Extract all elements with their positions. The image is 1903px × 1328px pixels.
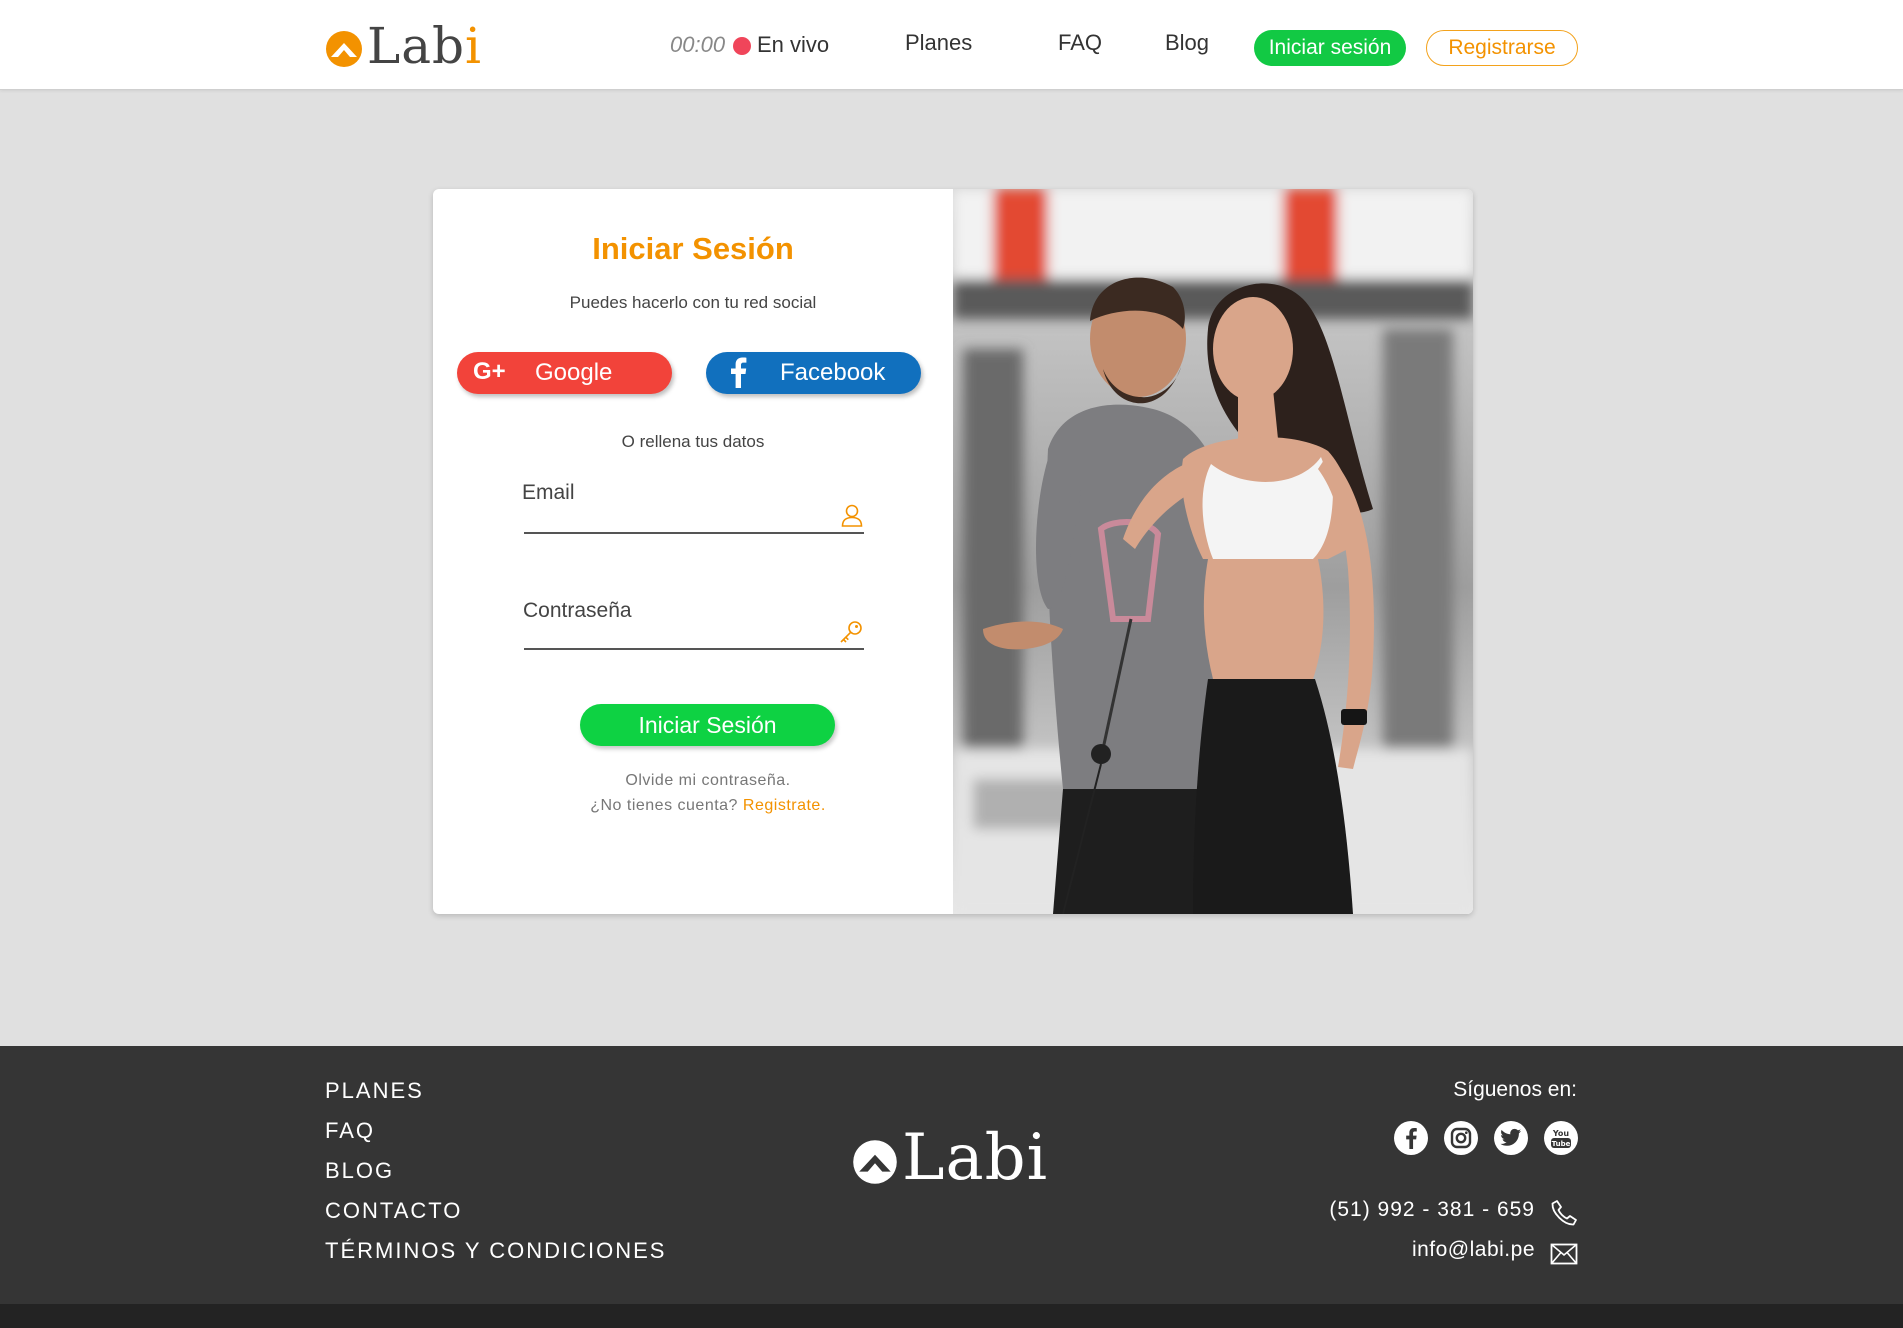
footer-logo-text: Labi (902, 1121, 1049, 1195)
login-card: Iniciar Sesión Puedes hacerlo con tu red… (433, 189, 1473, 914)
footer-link-terms[interactable]: TÉRMINOS Y CONDICIONES (325, 1238, 666, 1264)
footer-phone[interactable]: (51) 992 - 381 - 659 (1300, 1198, 1535, 1222)
footer-logo[interactable]: Labi (852, 1123, 1048, 1193)
google-login-label: Google (535, 359, 613, 386)
facebook-login-label: Facebook (780, 359, 886, 386)
email-underline (524, 532, 864, 534)
mail-icon (1550, 1243, 1578, 1265)
facebook-icon (731, 357, 747, 388)
footer-bottom-bar (0, 1304, 1903, 1328)
login-form-panel: Iniciar Sesión Puedes hacerlo con tu red… (433, 189, 953, 914)
google-plus-icon: G+ (473, 358, 506, 385)
key-icon (840, 621, 862, 643)
footer-link-planes[interactable]: PLANES (325, 1078, 424, 1104)
login-subtitle: Puedes hacerlo con tu red social (569, 293, 817, 312)
no-account-label: ¿No tienes cuenta? (590, 797, 738, 814)
register-link[interactable]: Registrate. (743, 797, 826, 814)
or-fill-text: O rellena tus datos (621, 432, 765, 451)
header-login-button[interactable]: Iniciar sesión (1254, 30, 1406, 66)
header-register-button[interactable]: Registrarse (1426, 30, 1578, 66)
youtube-social-icon[interactable]: You Tube (1544, 1121, 1578, 1155)
footer-logo-mark-icon (853, 1140, 897, 1184)
email-label: Email (522, 481, 575, 504)
nav-planes[interactable]: Planes (905, 30, 972, 56)
twitter-social-icon[interactable] (1494, 1121, 1528, 1155)
footer-link-faq[interactable]: FAQ (325, 1118, 375, 1144)
no-account-text: ¿No tienes cuenta? Registrate. (433, 797, 983, 815)
follow-label: Síguenos en: (1453, 1078, 1577, 1101)
password-underline (524, 648, 864, 650)
login-submit-button[interactable]: Iniciar Sesión (580, 704, 835, 746)
nav-live[interactable]: En vivo (757, 32, 829, 58)
logo-text: Labi (367, 17, 483, 75)
footer-link-contacto[interactable]: CONTACTO (325, 1198, 462, 1224)
logo[interactable]: Labi (325, 18, 482, 74)
facebook-login-button[interactable]: Facebook (706, 352, 921, 394)
phone-icon (1551, 1200, 1577, 1226)
user-icon (841, 504, 863, 527)
svg-text:You: You (1552, 1129, 1570, 1138)
login-title: Iniciar Sesión (592, 231, 794, 266)
footer-email[interactable]: info@labi.pe (1300, 1238, 1535, 1262)
forgot-password-link[interactable]: Olvide mi contraseña. (433, 772, 983, 790)
top-header: Labi 00:00 En vivo Planes FAQ Blog Inici… (0, 0, 1903, 90)
footer-link-blog[interactable]: BLOG (325, 1158, 394, 1184)
logo-accent-letter: i (465, 17, 483, 75)
google-login-button[interactable]: G+ Google (457, 352, 672, 394)
nav-faq[interactable]: FAQ (1058, 30, 1102, 56)
gym-photo-illustration (953, 189, 1473, 914)
email-field[interactable] (524, 504, 824, 532)
facebook-social-icon[interactable] (1394, 1121, 1428, 1155)
live-indicator-icon (733, 37, 751, 55)
instagram-social-icon[interactable] (1444, 1121, 1478, 1155)
gym-photo (953, 189, 1473, 914)
live-timer: 00:00 (670, 32, 726, 57)
logo-mark-icon (326, 31, 362, 67)
password-field[interactable] (524, 619, 824, 647)
svg-text:Tube: Tube (1552, 1140, 1571, 1148)
nav-blog[interactable]: Blog (1165, 30, 1209, 56)
